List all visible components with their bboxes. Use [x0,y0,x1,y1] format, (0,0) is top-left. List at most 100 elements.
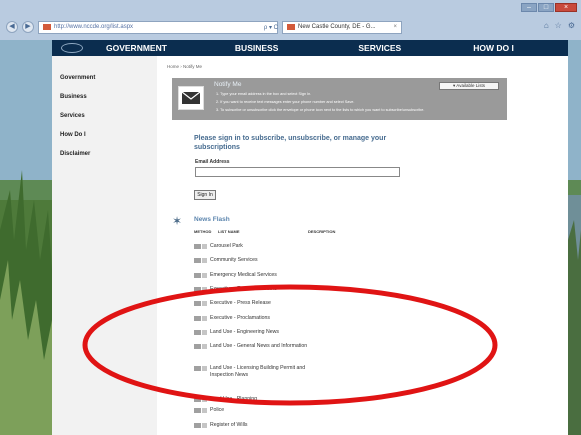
sms-subscribe-icon[interactable] [202,366,207,371]
list-name: Carousel Park [210,243,243,249]
available-lists-button[interactable]: ▾ Available Lists [439,82,499,90]
list-item: Land Use - General News and Information [194,343,394,350]
sign-in-button[interactable]: Sign In [194,190,216,200]
email-subscribe-icon[interactable] [194,301,201,306]
signin-heading: Please sign in to subscribe, unsubscribe… [194,135,387,151]
row-method-icons [194,330,210,335]
list-name: Community Services [210,257,258,263]
maximize-icon[interactable]: □ [538,3,554,12]
nav-business[interactable]: BUSINESS [235,43,278,53]
sidebar-item-disclaimer[interactable]: Disclaimer [52,151,157,170]
email-subscribe-icon[interactable] [194,273,201,278]
email-subscribe-icon[interactable] [194,397,201,402]
list-name: Executive - Press Release [210,300,271,306]
list-name: Emergency Medical Services [210,272,277,278]
tab-favicon-icon [287,24,295,30]
nav-government[interactable]: GOVERNMENT [106,43,167,53]
email-subscribe-icon[interactable] [194,344,201,349]
email-subscribe-icon[interactable] [194,258,201,263]
tab-title: New Castle County, DE - G... [298,23,376,30]
email-input[interactable] [195,167,400,177]
list-item: Register of Wills [194,422,394,429]
sidebar-item-how-do-i[interactable]: How Do I [52,132,157,151]
row-method-icons [194,408,210,413]
list-name: Land Use - Engineering News [210,329,279,335]
sms-subscribe-icon[interactable] [202,423,207,428]
sms-subscribe-icon[interactable] [202,397,207,402]
list-item: Land Use - Engineering News [194,329,394,336]
sms-subscribe-icon[interactable] [202,301,207,306]
list-item: Community Services [194,257,394,264]
nav-how-do-i[interactable]: HOW DO I [473,43,514,53]
list-item: Carousel Park [194,243,394,250]
sidebar-item-services[interactable]: Services [52,113,157,132]
list-item: Executive - Executive Orders [194,286,394,293]
site-favicon-icon [43,24,51,30]
list-item: Executive - Proclamations [194,315,394,322]
list-item: Police [194,407,394,414]
news-flash-title: News Flash [194,216,230,223]
page-content: Government Business Services How Do I Di… [52,56,568,435]
list-name: Executive - Proclamations [210,315,270,321]
window-controls: – □ × [521,3,577,12]
site-top-nav: GOVERNMENT BUSINESS SERVICES HOW DO I [52,40,568,56]
address-row: ◀ ▶ http://www.nccde.org/list.aspx ρ ▾ C… [6,19,575,35]
browser-chrome: – □ × ◀ ▶ http://www.nccde.org/list.aspx… [0,0,581,40]
nav-services[interactable]: SERVICES [358,43,401,53]
sms-subscribe-icon[interactable] [202,258,207,263]
column-header-description: DESCRIPTION [308,229,336,234]
email-subscribe-icon[interactable] [194,244,201,249]
column-header-method: METHOD [194,229,212,234]
notify-step: 1. Type your email address in the box an… [216,92,312,96]
sidebar: Government Business Services How Do I Di… [52,56,157,435]
email-subscribe-icon[interactable] [194,423,201,428]
sidebar-item-business[interactable]: Business [52,94,157,113]
row-method-icons [194,273,210,278]
row-method-icons [194,244,210,249]
address-tools[interactable]: ρ ▾ C [234,24,278,31]
close-window-icon[interactable]: × [555,3,577,12]
sms-subscribe-icon[interactable] [202,244,207,249]
row-method-icons [194,366,210,371]
home-icon[interactable]: ⌂ [544,21,549,30]
email-subscribe-icon[interactable] [194,366,201,371]
available-lists-label: Available Lists [456,83,485,88]
row-method-icons [194,316,210,321]
county-logo[interactable] [52,40,92,56]
list-name: Executive - Executive Orders [210,286,277,292]
email-subscribe-icon[interactable] [194,330,201,335]
email-subscribe-icon[interactable] [194,287,201,292]
breadcrumb[interactable]: Home › Notify Me [167,64,202,69]
list-item: Executive - Press Release [194,300,394,307]
sidebar-item-government[interactable]: Government [52,75,157,94]
list-name: Land Use - Licensing Building Permit and… [210,365,306,378]
sms-subscribe-icon[interactable] [202,408,207,413]
sms-subscribe-icon[interactable] [202,287,207,292]
sms-subscribe-icon[interactable] [202,330,207,335]
list-name: Police [210,407,225,413]
email-label: Email Address [195,159,230,165]
email-subscribe-icon[interactable] [194,316,201,321]
row-method-icons [194,423,210,428]
favorites-star-icon[interactable]: ☆ [555,21,562,30]
notify-step: 3. To subscribe or unsubscribe click the… [216,108,425,112]
tab-close-icon[interactable]: × [393,22,397,33]
row-method-icons [194,287,210,292]
forward-icon[interactable]: ▶ [22,21,34,33]
minimize-icon[interactable]: – [521,3,537,12]
row-method-icons [194,258,210,263]
email-subscribe-icon[interactable] [194,408,201,413]
county-seal-icon [61,43,83,53]
browser-tab[interactable]: New Castle County, DE - G... × [282,20,402,34]
notify-step: 2. If you want to receive text messages … [216,100,355,104]
settings-gear-icon[interactable]: ⚙ [568,21,575,30]
list-name: Land Use - Planning [210,396,258,402]
row-method-icons [194,301,210,306]
news-flash-icon: ✶ [171,214,183,228]
sms-subscribe-icon[interactable] [202,273,207,278]
address-url: http://www.nccde.org/list.aspx [54,23,134,30]
back-icon[interactable]: ◀ [6,21,18,33]
sms-subscribe-icon[interactable] [202,316,207,321]
sms-subscribe-icon[interactable] [202,344,207,349]
row-method-icons [194,397,210,402]
